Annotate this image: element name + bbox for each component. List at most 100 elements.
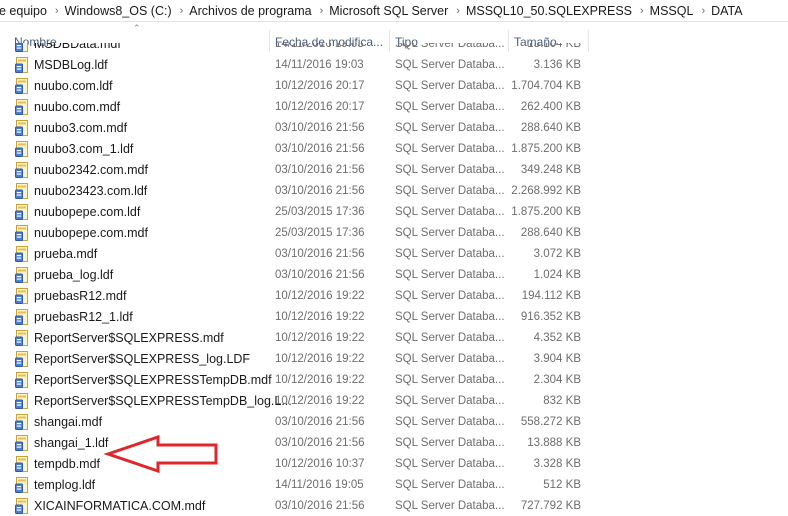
file-row[interactable]: shangai.mdf 03/10/2016 21:56 SQL Server Da… bbox=[0, 412, 788, 433]
file-name: MSDBData.mdf bbox=[34, 43, 121, 51]
file-date: 10/12/2016 19:22 bbox=[275, 395, 365, 407]
file-name: nuubopepe.com.mdf bbox=[34, 226, 148, 240]
file-name: shangai.mdf bbox=[34, 415, 103, 429]
file-type: SQL Server Databa... bbox=[395, 43, 505, 50]
file-row[interactable]: ReportServer$SQLEXPRESS.mdf 10/12/2016 19… bbox=[0, 328, 788, 349]
file-row[interactable]: ReportServer$SQLEXPRESSTempDB_log.L... 10… bbox=[0, 391, 788, 412]
file-size: 2.304 KB bbox=[533, 374, 581, 386]
breadcrumb-item[interactable]: Archivos de programa bbox=[187, 4, 315, 18]
file-date: 25/03/2015 17:36 bbox=[275, 227, 365, 239]
file-date: 10/12/2016 19:22 bbox=[275, 332, 365, 344]
file-name: nuubo.com.ldf bbox=[34, 79, 113, 93]
file-row[interactable]: ReportServer$SQLEXPRESS_log.LDF 10/12/201… bbox=[0, 349, 788, 370]
file-row[interactable]: nuubo.com.mdf 10/12/2016 20:17 SQL Server … bbox=[0, 97, 788, 118]
file-type: SQL Server Databa... bbox=[395, 143, 505, 155]
file-size: 558.272 KB bbox=[520, 416, 581, 428]
file-size: 194.112 KB bbox=[521, 290, 581, 302]
file-row[interactable]: prueba.mdf 03/10/2016 21:56 SQL Server Dat… bbox=[0, 244, 788, 265]
file-name: ReportServer$SQLEXPRESS.mdf bbox=[34, 331, 224, 345]
database-file-icon bbox=[15, 372, 29, 388]
database-file-icon bbox=[15, 120, 29, 136]
database-file-icon bbox=[15, 267, 29, 283]
file-type: SQL Server Databa... bbox=[395, 353, 505, 365]
file-row[interactable]: XICAINFORMATICA.COM.mdf 03/10/2016 21:56 S… bbox=[0, 496, 788, 516]
file-date: 03/10/2016 21:56 bbox=[275, 185, 365, 197]
chevron-right-icon[interactable]: › bbox=[636, 5, 648, 17]
file-size: 288.640 KB bbox=[520, 227, 581, 239]
file-type: SQL Server Databa... bbox=[395, 332, 505, 344]
file-row[interactable]: nuubopepe.com.ldf 25/03/2015 17:36 SQL Ser… bbox=[0, 202, 788, 223]
file-type: SQL Server Databa... bbox=[395, 122, 505, 134]
file-row[interactable]: ReportServer$SQLEXPRESSTempDB.mdf 10/12/2… bbox=[0, 370, 788, 391]
file-size: 3.072 KB bbox=[533, 248, 581, 260]
database-file-icon bbox=[15, 288, 29, 304]
file-name: nuubo3.com.mdf bbox=[34, 121, 128, 135]
chevron-right-icon[interactable]: › bbox=[176, 5, 188, 17]
database-file-icon bbox=[15, 162, 29, 178]
file-row[interactable]: MSDBData.mdf 14/11/2016 19:03 SQL Server D… bbox=[0, 43, 788, 55]
file-size: 4.352 KB bbox=[533, 332, 581, 344]
file-size: 832 KB bbox=[543, 395, 581, 407]
file-row[interactable]: pruebasR12.mdf 10/12/2016 19:22 SQL Server… bbox=[0, 286, 788, 307]
file-type: SQL Server Databa... bbox=[395, 185, 505, 197]
file-size: 1.704.704 KB bbox=[511, 80, 581, 92]
file-row[interactable]: nuubo.com.ldf 10/12/2016 20:17 SQL Server … bbox=[0, 76, 788, 97]
file-type: SQL Server Databa... bbox=[395, 395, 505, 407]
database-file-icon bbox=[15, 225, 29, 241]
file-row[interactable]: shangai_1.ldf 03/10/2016 21:56 SQL Server … bbox=[0, 433, 788, 454]
file-size: 13.888 KB bbox=[527, 437, 581, 449]
file-date: 03/10/2016 21:56 bbox=[275, 164, 365, 176]
file-row[interactable]: templog.ldf 14/11/2016 19:05 SQL Server Da… bbox=[0, 475, 788, 496]
file-row[interactable]: pruebasR12_1.ldf 10/12/2016 19:22 SQL Serv… bbox=[0, 307, 788, 328]
file-date: 14/11/2016 19:03 bbox=[275, 43, 364, 50]
file-row[interactable]: tempdb.mdf 10/12/2016 10:37 SQL Server Dat… bbox=[0, 454, 788, 475]
database-file-icon bbox=[15, 141, 29, 157]
file-row[interactable]: nuubopepe.com.mdf 25/03/2015 17:36 SQL Ser… bbox=[0, 223, 788, 244]
database-file-icon bbox=[15, 99, 29, 115]
breadcrumb-item[interactable]: Microsoft SQL Server bbox=[327, 4, 452, 18]
file-date: 10/12/2016 19:22 bbox=[275, 311, 365, 323]
file-row[interactable]: prueba_log.ldf 03/10/2016 21:56 SQL Server… bbox=[0, 265, 788, 286]
sort-ascending-icon: ⌃ bbox=[133, 23, 141, 33]
file-date: 10/12/2016 19:22 bbox=[275, 353, 365, 365]
file-name: pruebasR12_1.ldf bbox=[34, 310, 133, 324]
breadcrumb-item[interactable]: MSSQL bbox=[648, 4, 698, 18]
breadcrumb-item[interactable]: MSSQL10_50.SQLEXPRESS bbox=[464, 4, 636, 18]
breadcrumb-item-current[interactable]: DATA bbox=[709, 4, 746, 18]
file-date: 10/12/2016 19:22 bbox=[275, 290, 365, 302]
file-date: 10/12/2016 20:17 bbox=[275, 80, 365, 92]
file-name: prueba_log.ldf bbox=[34, 268, 114, 282]
file-row[interactable]: nuubo2342.com.mdf 03/10/2016 21:56 SQL Ser… bbox=[0, 160, 788, 181]
database-file-icon bbox=[15, 456, 29, 472]
file-name: nuubo2342.com.mdf bbox=[34, 163, 148, 177]
file-type: SQL Server Databa... bbox=[395, 164, 505, 176]
file-type: SQL Server Databa... bbox=[395, 101, 505, 113]
file-row[interactable]: nuubo3.com.mdf 03/10/2016 21:56 SQL Server… bbox=[0, 118, 788, 139]
file-type: SQL Server Databa... bbox=[395, 479, 505, 491]
database-file-icon bbox=[15, 309, 29, 325]
chevron-right-icon[interactable]: › bbox=[316, 5, 328, 17]
chevron-right-icon[interactable]: › bbox=[697, 5, 709, 17]
file-date: 10/12/2016 20:17 bbox=[275, 101, 365, 113]
file-size: 512 KB bbox=[543, 479, 581, 491]
file-name: ReportServer$SQLEXPRESS_log.LDF bbox=[34, 352, 251, 366]
file-name: shangai_1.ldf bbox=[34, 436, 109, 450]
database-file-icon bbox=[15, 351, 29, 367]
file-row[interactable]: nuubo3.com_1.ldf 03/10/2016 21:56 SQL Serv… bbox=[0, 139, 788, 160]
file-row[interactable]: MSDBLog.ldf 14/11/2016 19:03 SQL Server Da… bbox=[0, 55, 788, 76]
file-type: SQL Server Databa... bbox=[395, 290, 505, 302]
database-file-icon bbox=[15, 435, 29, 451]
breadcrumb-item[interactable]: e equipo bbox=[0, 4, 51, 18]
file-size: 349.248 KB bbox=[520, 164, 581, 176]
file-row[interactable]: nuubo23423.com.ldf 03/10/2016 21:56 SQL Se… bbox=[0, 181, 788, 202]
file-size: 2.268.992 KB bbox=[511, 185, 581, 197]
file-date: 14/11/2016 19:05 bbox=[275, 479, 364, 491]
chevron-right-icon[interactable]: › bbox=[452, 5, 464, 17]
database-file-icon bbox=[15, 57, 29, 73]
breadcrumb-item[interactable]: Windows8_OS (C:) bbox=[63, 4, 176, 18]
breadcrumb[interactable]: e equipo › Windows8_OS (C:) › Archivos d… bbox=[0, 0, 788, 22]
chevron-right-icon[interactable]: › bbox=[51, 5, 63, 17]
file-date: 03/10/2016 21:56 bbox=[275, 248, 365, 260]
file-date: 03/10/2016 21:56 bbox=[275, 122, 365, 134]
database-file-icon bbox=[15, 477, 29, 493]
